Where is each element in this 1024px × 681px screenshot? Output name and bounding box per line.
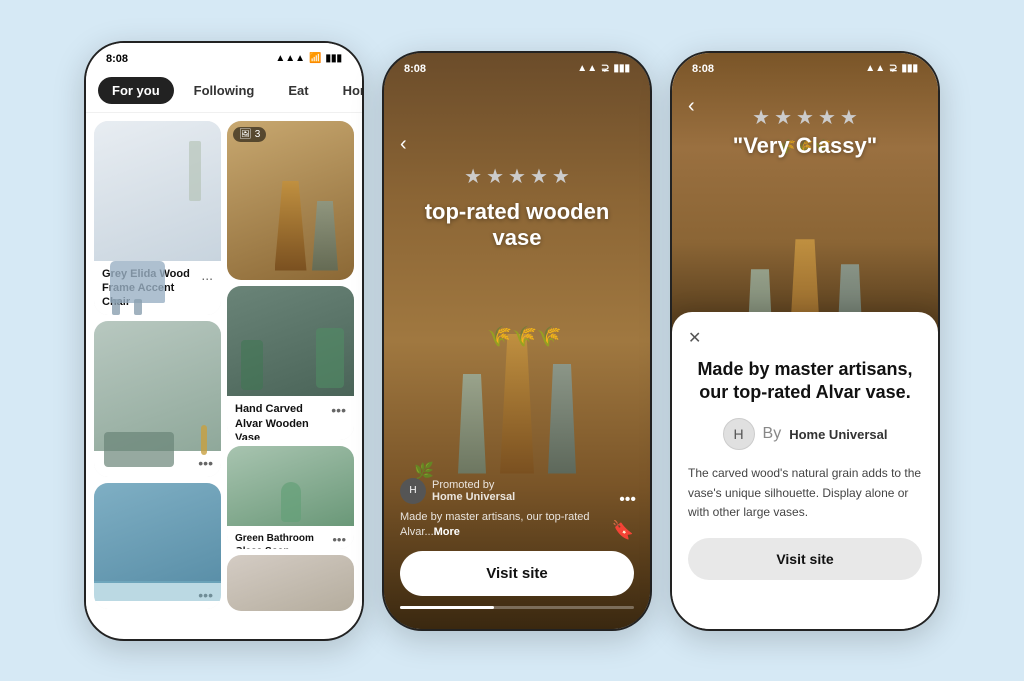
promoted-text-2: Promoted by Home Universal: [432, 479, 515, 503]
battery-icon-2: ▮▮▮: [613, 63, 630, 74]
tab-home-decor[interactable]: Home decor: [329, 77, 362, 104]
detail-bottom: ••• H Promoted by Home Universal Made by…: [384, 466, 650, 629]
modal-description: The carved wood's natural grain adds to …: [688, 464, 922, 522]
pin-dots-chair[interactable]: ...: [197, 267, 213, 283]
pin-img-bath: [94, 483, 221, 583]
signal-icon-3: ▲▲: [865, 63, 885, 74]
pin-dots-alvar[interactable]: •••: [331, 402, 346, 418]
modal-star-4: ★: [818, 105, 836, 130]
pin-card-chair[interactable]: Grey Elida Wood Frame Accent Chair ...: [94, 121, 221, 316]
phone-3: 🌾🌾🌾 8:08 ▲▲ ⊋ ▮▮▮ ‹ ★ ★ ★ ★ ★ "Very Clas…: [670, 51, 940, 631]
modal-star-2: ★: [774, 105, 792, 130]
detail-top: ‹ ★ ★ ★ ★ ★ top-rated wooden vase: [384, 53, 650, 261]
visit-site-button-3[interactable]: Visit site: [688, 538, 922, 580]
progress-bar-2: [400, 606, 634, 609]
pin-dots-sink[interactable]: •••: [198, 455, 213, 471]
pin-card-misc[interactable]: [227, 555, 354, 611]
modal-star-5: ★: [840, 105, 858, 130]
nav-tabs: For you Following Eat Home decor: [86, 69, 362, 113]
tab-eat[interactable]: Eat: [274, 77, 322, 104]
modal-title: Made by master artisans, our top-rated A…: [688, 358, 922, 405]
promoted-row-2: H Promoted by Home Universal: [400, 478, 634, 504]
pin-img-sink: [94, 321, 221, 451]
status-icons-3: ▲▲ ⊋ ▮▮▮: [865, 63, 918, 74]
battery-icon: ▮▮▮: [325, 53, 342, 64]
modal-quote: "Very Classy": [672, 133, 938, 159]
pin-label-soap: Green Bathroom Glass Soap Dispenser: [235, 532, 332, 549]
status-bar-3: 8:08 ▲▲ ⊋ ▮▮▮: [672, 53, 938, 79]
pin-img-soap: [227, 446, 354, 526]
stars-row-2: ★ ★ ★ ★ ★: [400, 164, 634, 189]
pin-dots-soap[interactable]: •••: [332, 532, 346, 547]
more-dots-2[interactable]: •••: [619, 491, 636, 509]
brand-name: Home Universal: [789, 427, 887, 442]
modal-star-1: ★: [752, 105, 770, 130]
pin-label-alvar: Hand Carved Alvar Wooden Vase: [235, 402, 331, 440]
pin-card-sink[interactable]: •••: [94, 321, 221, 477]
modal-stars: ★ ★ ★ ★ ★: [672, 105, 938, 130]
pin-card-bath[interactable]: •••: [94, 483, 221, 609]
back-button-2[interactable]: ‹: [400, 133, 407, 156]
wifi-icon-3: ⊋: [889, 63, 897, 74]
pin-card-soap[interactable]: Green Bathroom Glass Soap Dispenser •••: [227, 446, 354, 549]
phone-2: 🌾🌾🌾 🌿 8:08 ▲▲ ⊋ ▮▮▮ ‹ ★ ★ ★: [382, 51, 652, 631]
visit-site-button-2[interactable]: Visit site: [400, 551, 634, 596]
status-bar-2: 8:08 ▲▲ ⊋ ▮▮▮: [384, 53, 650, 79]
status-icons-2: ▲▲ ⊋ ▮▮▮: [577, 63, 630, 74]
status-time-1: 8:08: [106, 53, 128, 65]
star-2: ★: [486, 164, 504, 189]
feed-col-1: Grey Elida Wood Frame Accent Chair ... •…: [94, 121, 221, 611]
progress-fill-2: [400, 606, 494, 609]
detail-title: top-rated wooden vase: [400, 199, 634, 251]
detail-overlay: ‹ ★ ★ ★ ★ ★ top-rated wooden vase ••• H …: [384, 53, 650, 629]
bookmark-icon[interactable]: 🔖: [612, 520, 634, 541]
feed-col-2: 🖼 3 top-rated wooden vase Hand Carved Al…: [227, 121, 354, 611]
status-time-3: 8:08: [692, 63, 714, 75]
status-time-2: 8:08: [404, 63, 426, 75]
by-label: By: [763, 425, 782, 443]
star-4: ★: [530, 164, 548, 189]
desc-row: Made by master artisans, our top-rated A…: [400, 510, 634, 541]
modal-brand: H By Home Universal: [688, 418, 922, 450]
wifi-icon-2: ⊋: [601, 63, 609, 74]
signal-icon: ▲▲▲: [275, 53, 305, 64]
modal-star-3: ★: [796, 105, 814, 130]
desc-text: Made by master artisans, our top-rated A…: [400, 510, 604, 541]
modal-sheet: ✕ Made by master artisans, our top-rated…: [672, 312, 938, 629]
tab-for-you[interactable]: For you: [98, 77, 174, 104]
star-1: ★: [464, 164, 482, 189]
pin-img-vase: [227, 121, 354, 281]
feed-container: For you Following Eat Home decor Grey El…: [86, 69, 362, 625]
pin-img-alvar: [227, 286, 354, 396]
pin-img-chair: [94, 121, 221, 261]
phone-1: 8:08 ▲▲▲ 📶 ▮▮▮ For you Following Eat Hom…: [84, 41, 364, 641]
pin-badge-vase: 🖼 3: [233, 127, 266, 142]
tab-following[interactable]: Following: [180, 77, 269, 104]
status-icons-1: ▲▲▲ 📶 ▮▮▮: [275, 53, 342, 64]
pin-img-misc: [227, 555, 354, 611]
brand-icon: H: [723, 418, 755, 450]
modal-close-button[interactable]: ✕: [688, 328, 922, 348]
pin-card-vase[interactable]: 🖼 3 top-rated wooden vase: [227, 121, 354, 281]
status-bar-1: 8:08 ▲▲▲ 📶 ▮▮▮: [86, 43, 362, 69]
star-5: ★: [552, 164, 570, 189]
signal-icon-2: ▲▲: [577, 63, 597, 74]
masonry-grid: Grey Elida Wood Frame Accent Chair ... •…: [86, 113, 362, 619]
wifi-icon: 📶: [309, 53, 321, 64]
pin-card-alvar[interactable]: Hand Carved Alvar Wooden Vase ••• H Prom…: [227, 286, 354, 440]
star-3: ★: [508, 164, 526, 189]
battery-icon-3: ▮▮▮: [901, 63, 918, 74]
detail-phone: 🌾🌾🌾 🌿 8:08 ▲▲ ⊋ ▮▮▮ ‹ ★ ★ ★: [384, 53, 650, 629]
modal-phone: 🌾🌾🌾 8:08 ▲▲ ⊋ ▮▮▮ ‹ ★ ★ ★ ★ ★ "Very Clas…: [672, 53, 938, 629]
promoted-icon-2: H: [400, 478, 426, 504]
